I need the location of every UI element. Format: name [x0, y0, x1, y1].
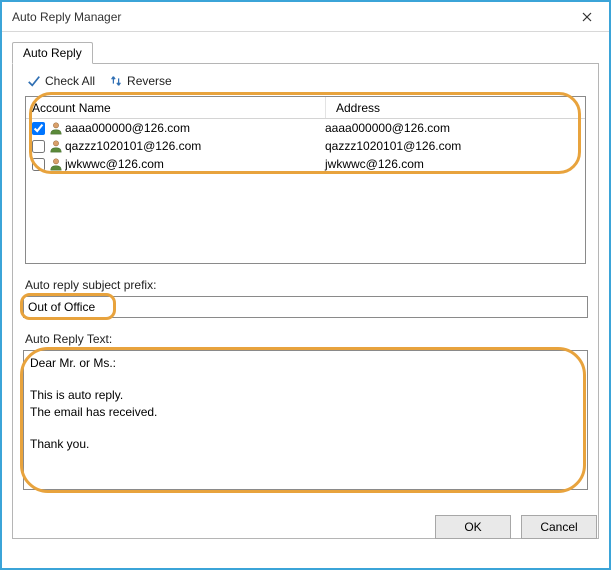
- reply-text-input[interactable]: [23, 350, 588, 490]
- toolbar: Check All Reverse: [23, 72, 588, 96]
- check-all-label: Check All: [45, 74, 95, 88]
- tab-strip: Auto Reply: [12, 40, 599, 64]
- header-account-name[interactable]: Account Name: [26, 97, 326, 118]
- tab-panel: Check All Reverse Account Name Address a…: [12, 63, 599, 539]
- close-button[interactable]: [565, 3, 609, 31]
- row-account-name: aaaa000000@126.com: [65, 121, 321, 135]
- table-row[interactable]: aaaa000000@126.comaaaa000000@126.com: [26, 119, 585, 137]
- check-icon: [27, 74, 41, 88]
- row-address: aaaa000000@126.com: [321, 121, 585, 135]
- check-all-button[interactable]: Check All: [27, 74, 95, 88]
- row-account-name: jwkwwc@126.com: [65, 157, 321, 171]
- title-bar: Auto Reply Manager: [2, 2, 609, 32]
- cancel-button[interactable]: Cancel: [521, 515, 597, 539]
- ok-button[interactable]: OK: [435, 515, 511, 539]
- person-icon: [49, 139, 63, 153]
- reverse-label: Reverse: [127, 74, 172, 88]
- person-icon: [49, 157, 63, 171]
- subject-prefix-label: Auto reply subject prefix:: [25, 278, 586, 292]
- reverse-icon: [109, 74, 123, 88]
- row-address: jwkwwc@126.com: [321, 157, 585, 171]
- row-checkbox[interactable]: [32, 158, 45, 171]
- reverse-button[interactable]: Reverse: [109, 74, 172, 88]
- tab-auto-reply[interactable]: Auto Reply: [12, 42, 93, 64]
- list-header: Account Name Address: [26, 97, 585, 119]
- dialog-content: Auto Reply Check All Reverse Account: [2, 32, 609, 549]
- row-account-name: qazzz1020101@126.com: [65, 139, 321, 153]
- close-icon: [582, 12, 592, 22]
- row-address: qazzz1020101@126.com: [321, 139, 585, 153]
- reply-text-label: Auto Reply Text:: [25, 332, 586, 346]
- subject-prefix-input[interactable]: [23, 296, 588, 318]
- account-list[interactable]: Account Name Address aaaa000000@126.coma…: [25, 96, 586, 264]
- person-icon: [49, 121, 63, 135]
- dialog-buttons: OK Cancel: [435, 515, 597, 539]
- table-row[interactable]: qazzz1020101@126.comqazzz1020101@126.com: [26, 137, 585, 155]
- window-title: Auto Reply Manager: [12, 10, 565, 24]
- table-row[interactable]: jwkwwc@126.comjwkwwc@126.com: [26, 155, 585, 173]
- row-checkbox[interactable]: [32, 122, 45, 135]
- header-address[interactable]: Address: [326, 97, 585, 118]
- row-checkbox[interactable]: [32, 140, 45, 153]
